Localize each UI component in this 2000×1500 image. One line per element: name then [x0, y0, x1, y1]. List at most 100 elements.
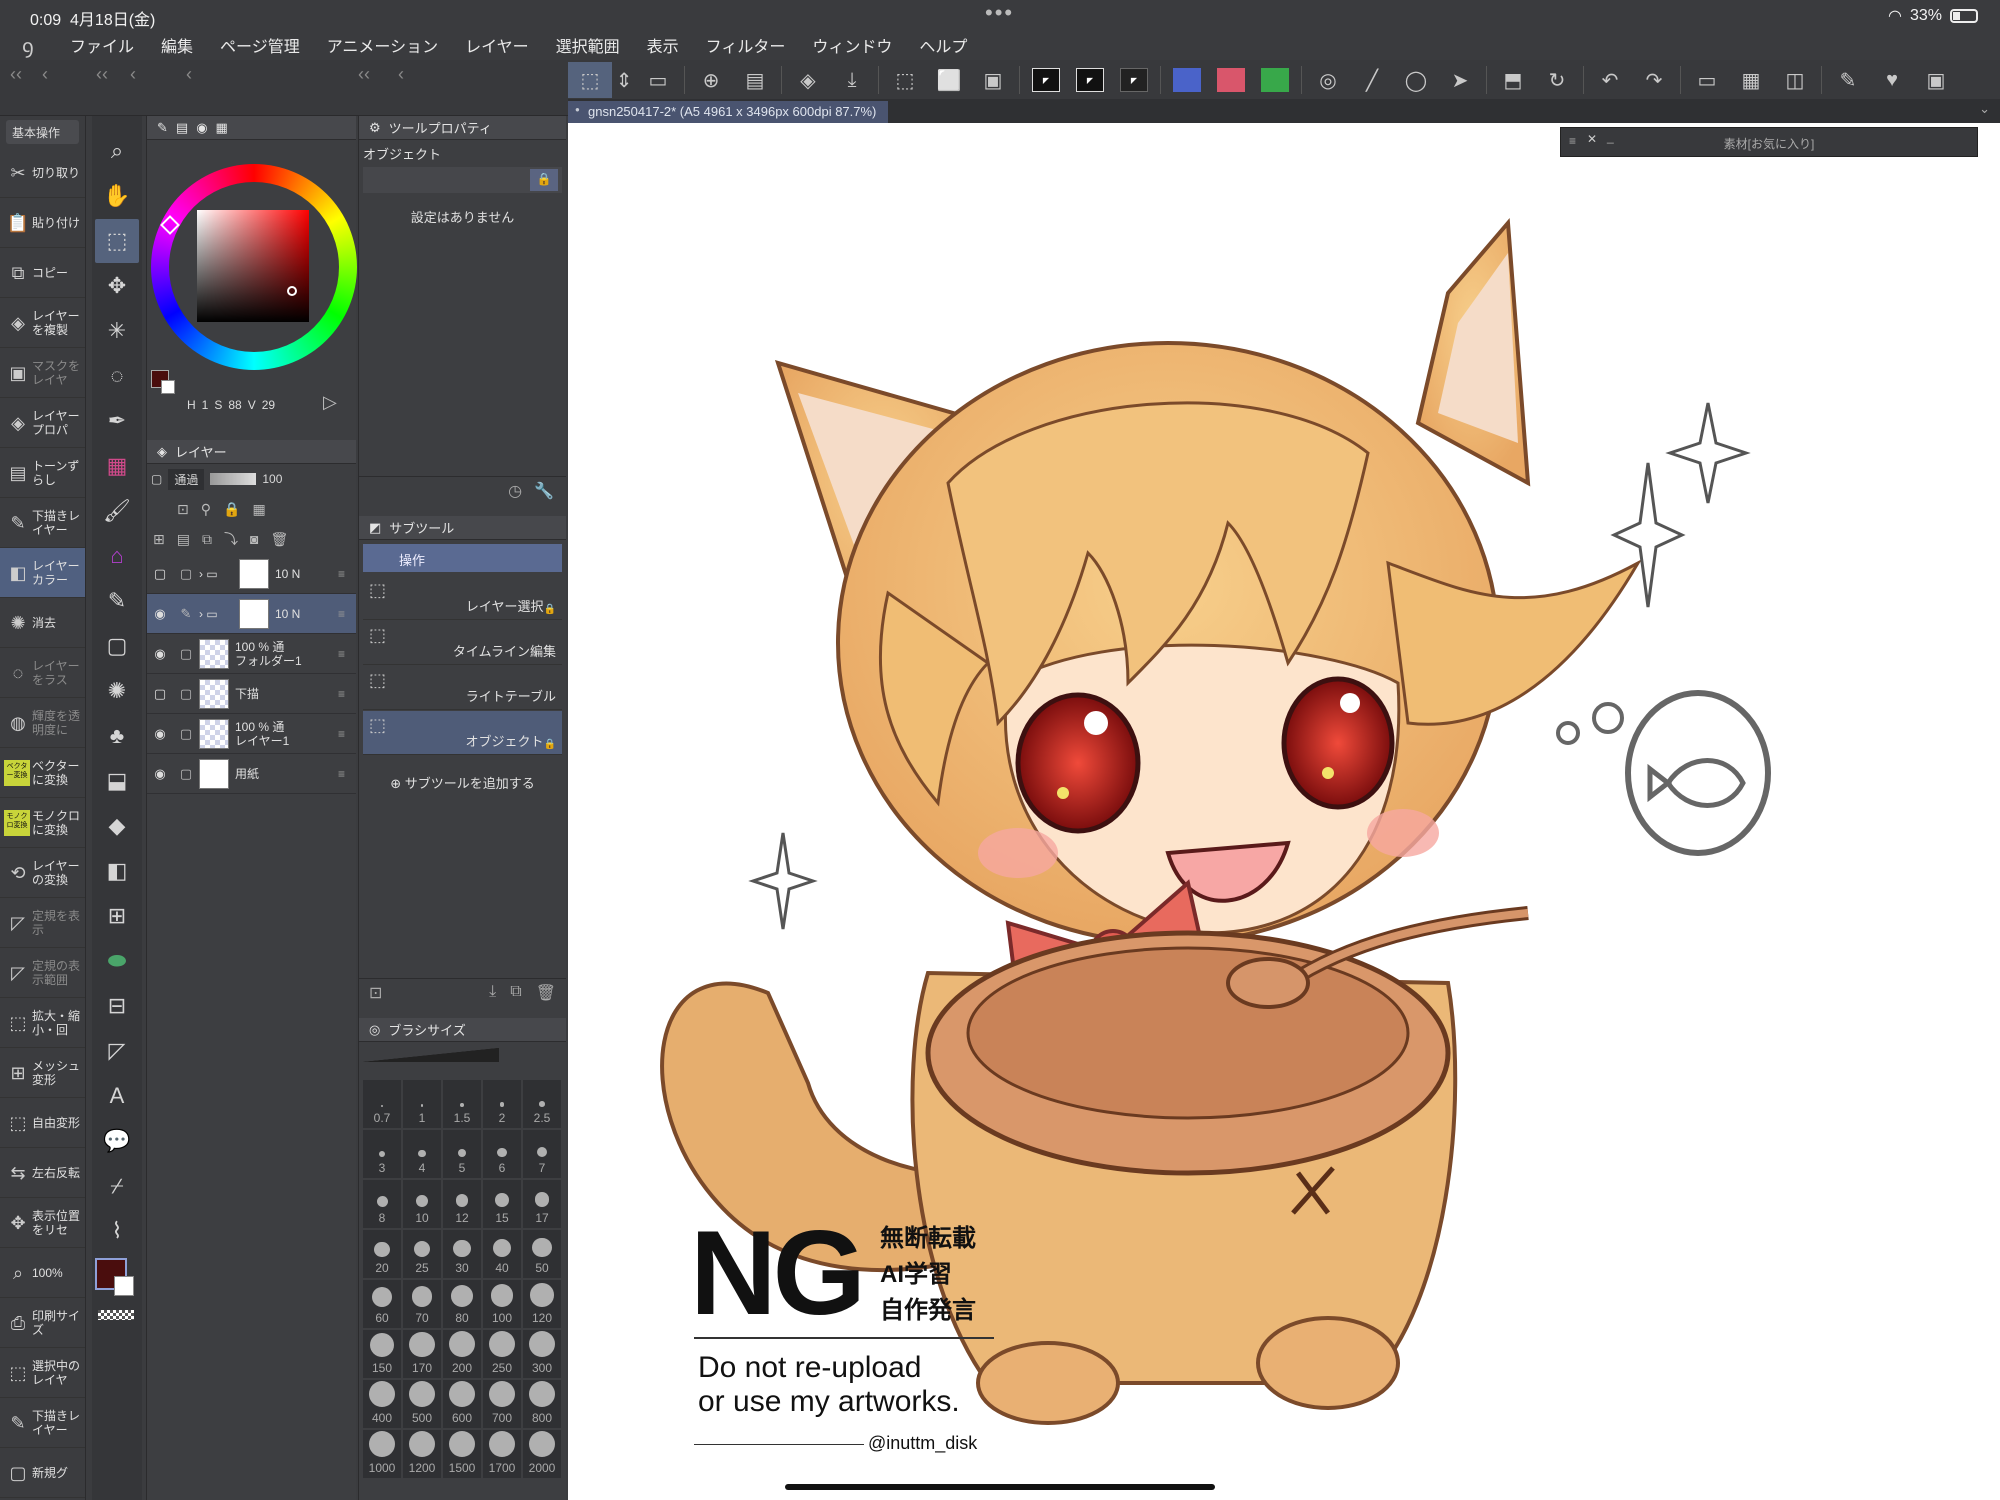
opacity-slider[interactable]	[210, 473, 257, 485]
subtool-group-tab[interactable]: 操作	[363, 544, 562, 572]
new-raster-layer-icon[interactable]: ⊞	[153, 531, 165, 548]
layer-row[interactable]: ▢ ▢ 下描 ≡	[147, 674, 356, 714]
eye-icon[interactable]: ◉	[147, 726, 173, 742]
house-stamp-icon[interactable]: ⌂	[95, 534, 139, 578]
command-free-transform[interactable]: ⬚ 自由変形	[0, 1098, 85, 1148]
multitask-dots[interactable]: •••	[985, 0, 1014, 26]
brush-size-cell[interactable]: 8	[363, 1180, 401, 1228]
menu-animation[interactable]: アニメーション	[327, 33, 438, 57]
folder-icon[interactable]: › ▭	[199, 607, 239, 621]
redo-icon[interactable]: ↷	[1632, 62, 1676, 98]
command-bar-header[interactable]: 基本操作	[6, 120, 79, 144]
brush-size-cell[interactable]: 2.5	[523, 1080, 561, 1128]
edit-slot-icon[interactable]: ▢	[173, 766, 199, 782]
save-icon[interactable]: ▣	[1914, 62, 1958, 98]
lasso-fill-icon[interactable]: ◎	[1306, 62, 1350, 98]
export-jpg-icon[interactable]: ▭	[636, 62, 680, 98]
menu-edit[interactable]: 編集	[161, 33, 193, 57]
merge-icon[interactable]: ⤵	[224, 529, 238, 549]
panel-icon[interactable]: ▭	[1685, 62, 1729, 98]
wrench-icon[interactable]: 🔧	[534, 481, 554, 500]
eye-icon[interactable]: ◉	[147, 766, 173, 782]
grid-snap-icon[interactable]: ◤	[1112, 62, 1156, 98]
cursor-icon[interactable]: ➤	[1438, 62, 1482, 98]
command-flip[interactable]: ⇆ 左右反転	[0, 1148, 85, 1198]
brush-size-cell[interactable]: 3	[363, 1130, 401, 1178]
lock-icon[interactable]: 🔒	[223, 501, 240, 518]
brush-size-cell[interactable]: 30	[443, 1230, 481, 1278]
brush-size-cell[interactable]: 1700	[483, 1430, 521, 1478]
rotate-icon[interactable]: ↻	[1535, 62, 1579, 98]
subtool-item[interactable]: ⬚ オブジェクト 🔒	[363, 711, 562, 755]
brush-size-cell[interactable]: 1	[403, 1080, 441, 1128]
command-clear[interactable]: ✺ 消去	[0, 598, 85, 648]
undo-icon[interactable]: ↶	[1588, 62, 1632, 98]
zoom-tool-icon[interactable]: ⌕	[95, 129, 139, 173]
brush-size-cell[interactable]: 17	[523, 1180, 561, 1228]
drag-handle-icon[interactable]: ≡	[338, 767, 356, 781]
brush-size-cell[interactable]: 6	[483, 1130, 521, 1178]
settings-icon[interactable]: ◷	[508, 481, 522, 500]
move-tool-icon[interactable]: ✥	[95, 264, 139, 308]
command-layer-property[interactable]: ◈ レイヤープロパ	[0, 398, 85, 448]
brush-size-cell[interactable]: 800	[523, 1380, 561, 1428]
document-tab[interactable]: gnsn250417-2* (A5 4961 x 3496px 600dpi 8…	[568, 101, 889, 123]
correction-tool-icon[interactable]: ⌇	[95, 1209, 139, 1253]
menu-page[interactable]: ページ管理	[220, 33, 300, 57]
copy-subtool-icon[interactable]: ⧉	[510, 983, 521, 1000]
frame-tool-icon[interactable]: ⊟	[95, 984, 139, 1028]
menu-filter[interactable]: フィルター	[706, 33, 786, 57]
chevron-left-icon[interactable]: ‹	[130, 64, 136, 85]
magic-wand-icon[interactable]: ✳	[95, 309, 139, 353]
airbrush-icon[interactable]: ✎	[95, 579, 139, 623]
delete-subtool-icon[interactable]: 🗑	[536, 983, 556, 1002]
eye-icon[interactable]: ◉	[147, 606, 173, 622]
lock-icon[interactable]: 🔒	[530, 169, 558, 191]
play-icon[interactable]: ▷	[323, 392, 337, 413]
invert-selection-icon[interactable]: ▣	[971, 62, 1015, 98]
command-mono[interactable]: モノクロ変換 モノクロに変換	[0, 798, 85, 848]
command-new-group[interactable]: ▢ 新規グ	[0, 1448, 85, 1498]
text-stamp-icon[interactable]: ▦	[95, 444, 139, 488]
brush-size-cell[interactable]: 1200	[403, 1430, 441, 1478]
chevron-left-icon[interactable]: ‹	[186, 64, 192, 85]
layer-row[interactable]: ◉ ▢ 100 % 通レイヤー1 ≡	[147, 714, 356, 754]
brush-size-cell[interactable]: 50	[523, 1230, 561, 1278]
lasso-icon[interactable]: ◯	[1394, 62, 1438, 98]
command-ruler-range[interactable]: ◸ 定規の表示範囲	[0, 948, 85, 998]
brush-size-cell[interactable]: 25	[403, 1230, 441, 1278]
command-draft-layer[interactable]: ✎ 下描きレイヤー	[0, 1398, 85, 1448]
import-subtool-icon[interactable]: ⤓	[489, 983, 496, 1000]
menu-file[interactable]: ファイル	[70, 33, 134, 57]
brush-size-cell[interactable]: 120	[523, 1280, 561, 1328]
subtool-settings-icon[interactable]: ⊡	[369, 983, 382, 1002]
ruler-tool-icon[interactable]: ◸	[95, 1029, 139, 1073]
transparent-color-swatch[interactable]	[98, 1310, 134, 1320]
command-duplicate-layer[interactable]: ◈ レイヤーを複製	[0, 298, 85, 348]
reference-icon[interactable]: ⚲	[201, 501, 211, 518]
brush-size-cell[interactable]: 7	[523, 1130, 561, 1178]
drag-handle-icon[interactable]: ≡	[338, 647, 356, 661]
mask-layer-icon[interactable]: ◙	[250, 531, 258, 547]
hidden-icon[interactable]: ▢	[147, 566, 173, 582]
favorites-palette[interactable]: ≡ ✕ _ 素材[お気に入り]	[1560, 127, 1978, 157]
new-file-icon[interactable]: ⊕	[689, 62, 733, 98]
layer-mode-icon[interactable]: ▢	[151, 472, 162, 486]
sv-square[interactable]	[197, 210, 309, 322]
edit-slot-icon[interactable]: ▢	[173, 686, 199, 702]
collapse-left-icon[interactable]: ‹‹	[358, 64, 370, 85]
chevron-left-icon[interactable]: ‹	[398, 64, 404, 85]
menu-selection[interactable]: 選択範囲	[556, 33, 620, 57]
drag-handle-icon[interactable]: ≡	[338, 727, 356, 741]
command-paste[interactable]: 📋 貼り付け	[0, 198, 85, 248]
folder-icon[interactable]: › ▭	[199, 567, 239, 581]
brush-size-cell[interactable]: 70	[403, 1280, 441, 1328]
brush-size-cell[interactable]: 80	[443, 1280, 481, 1328]
new-folder-icon[interactable]: ▤	[177, 531, 190, 548]
collapse-left-icon[interactable]: ‹‹	[96, 64, 108, 85]
brush-size-cell[interactable]: 60	[363, 1280, 401, 1328]
brush-size-cell[interactable]: 1.5	[443, 1080, 481, 1128]
brush-size-cell[interactable]: 150	[363, 1330, 401, 1378]
drag-handle-icon[interactable]: ≡	[338, 607, 356, 621]
chevron-left-icon[interactable]: ‹	[42, 64, 48, 85]
